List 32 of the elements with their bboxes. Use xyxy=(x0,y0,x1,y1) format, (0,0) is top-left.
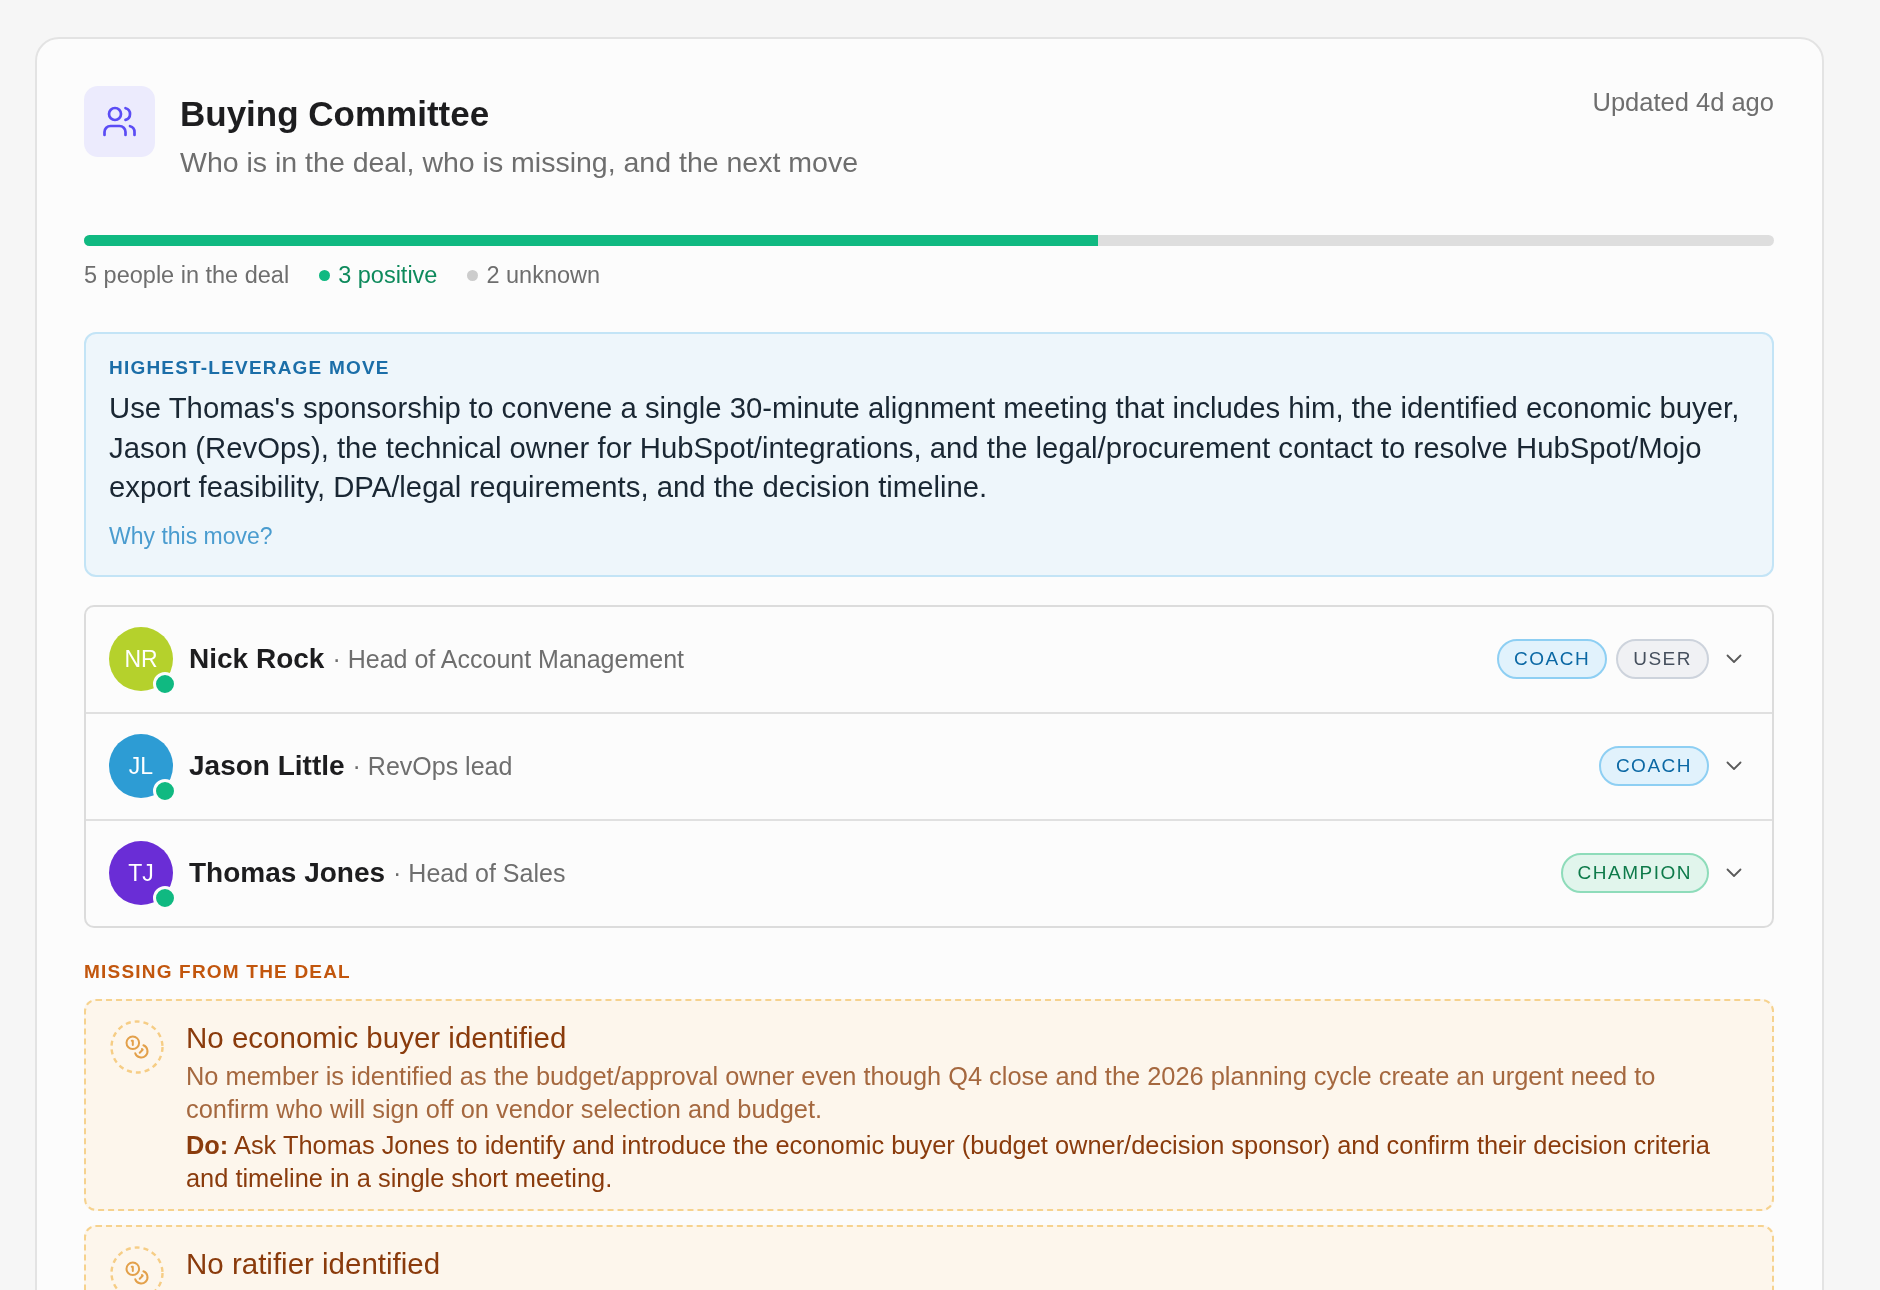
why-link[interactable]: Why this move? xyxy=(109,521,273,550)
people-count: 5 people in the deal xyxy=(84,261,290,290)
move-label: HIGHEST-LEVERAGE MOVE xyxy=(109,356,391,380)
coins-icon xyxy=(110,1019,164,1074)
role-tag: USER xyxy=(1616,639,1709,679)
chevron-down-icon[interactable] xyxy=(1726,761,1742,771)
card-subtitle: Who is in the deal, who is missing, and the next move xyxy=(180,145,859,179)
users-icon xyxy=(84,86,155,157)
avatar: TJ xyxy=(109,841,173,905)
gap-action: Do: Ask Thomas Jones to identify and introduce the economic buyer (budget owner/decision sponsor) and confirm their decision criteria and timeline in a single short meeting. xyxy=(186,1129,1711,1194)
updated-time: Updated 4d ago xyxy=(1592,87,1774,117)
gap-title: No economic buyer identified xyxy=(186,1019,568,1056)
segment-label: 2 unknown xyxy=(486,261,601,290)
member-name: Nick Rock xyxy=(189,643,325,675)
role-tag: COACH xyxy=(1598,746,1709,786)
segment-label: 3 positive xyxy=(338,261,438,290)
avatar: NR xyxy=(109,627,173,691)
member-role: · Head of Account Management xyxy=(332,644,684,674)
gap-description: No member is identified as the budget/approval owner even though Q4 close and the 2026 planning cycle create an urgent need to confirm who will sign off on vendor selection and budget. xyxy=(186,1060,1657,1125)
member-name: Jason Little xyxy=(189,750,345,782)
member-name: Thomas Jones xyxy=(189,857,386,889)
member-role: · RevOps lead xyxy=(352,751,513,781)
move-text: Use Thomas's sponsorship to convene a single 30-minute alignment meeting that includes him, the identified economic buyer, Jason (RevOps), the technical owner for HubSpot/integrations, and the legal/procurement contact to resolve HubSpot/Mojo export feasibility, DPA/legal requirements, and the decision timeline. xyxy=(109,390,1741,505)
avatar: JL xyxy=(109,734,173,798)
role-tag: COACH xyxy=(1497,639,1608,679)
gap-title: No ratifier identified xyxy=(186,1245,442,1282)
member-role: · Head of Sales xyxy=(393,858,566,888)
card-title: Buying Committee xyxy=(180,93,491,135)
missing-label: MISSING FROM THE DEAL xyxy=(84,959,352,984)
chevron-down-icon[interactable] xyxy=(1726,868,1742,878)
role-tag: CHAMPION xyxy=(1560,853,1709,893)
chevron-down-icon[interactable] xyxy=(1726,654,1742,664)
